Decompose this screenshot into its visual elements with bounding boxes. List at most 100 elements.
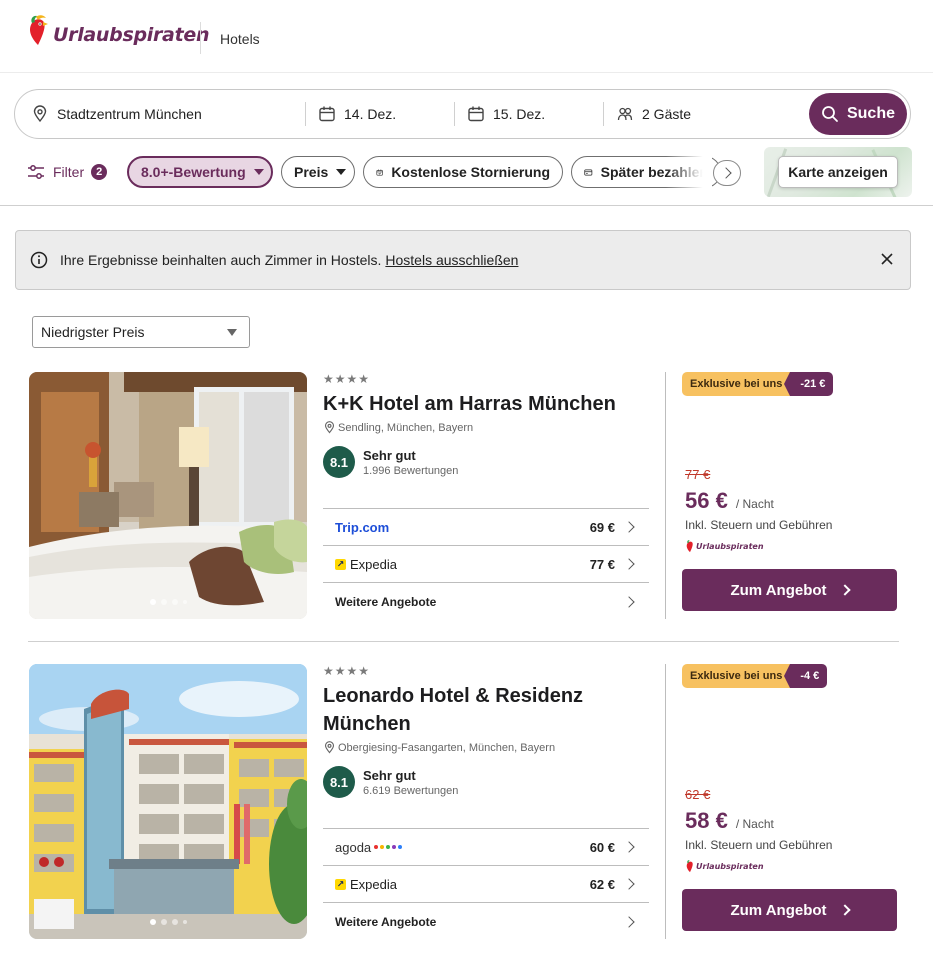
- carousel-dot[interactable]: [171, 599, 178, 605]
- to-offer-label: Zum Angebot: [730, 901, 827, 919]
- checkin-field[interactable]: 14. Dez.: [318, 90, 448, 138]
- rating-label: Sehr gut: [363, 767, 416, 783]
- offer-row-expedia[interactable]: ↗ Expedia 62 €: [323, 866, 649, 903]
- header: Urlaubspiraten Hotels: [0, 0, 933, 73]
- offer-price: 69 €: [589, 519, 615, 535]
- chevron-right-icon: [623, 878, 635, 890]
- chevron-right-icon: [623, 558, 635, 570]
- sort-selected: Niedrigster Preis: [41, 324, 145, 340]
- header-divider: [200, 22, 201, 54]
- discount-badge: -4 €: [784, 664, 828, 688]
- offer-row-tripcom[interactable]: Trip.com 69 €: [323, 509, 649, 546]
- show-map-button[interactable]: Karte anzeigen: [778, 156, 898, 188]
- more-offers-row[interactable]: Weitere Angebote: [323, 583, 649, 620]
- filter-button[interactable]: Filter 2: [27, 160, 108, 184]
- offer-row-agoda[interactable]: agoda 60 €: [323, 829, 649, 866]
- expedia-logo-icon: ↗: [335, 558, 346, 570]
- close-icon[interactable]: [878, 250, 896, 268]
- chips-fade-overlay: [666, 156, 712, 188]
- search-separator: [305, 102, 306, 126]
- parrot-logo-icon: [686, 860, 693, 873]
- card-separator: [28, 641, 899, 642]
- carousel-dot[interactable]: [182, 920, 187, 924]
- sort-dropdown[interactable]: Niedrigster Preis: [32, 316, 250, 348]
- hotel-card: ★★★★ Leonardo Hotel & Residenz München O…: [29, 664, 899, 939]
- card-divider: [665, 664, 666, 939]
- price: 58 € / Nacht: [685, 808, 774, 834]
- caret-down-icon: [227, 329, 237, 336]
- provider-agoda: agoda: [335, 839, 372, 855]
- provider-tripcom: Trip.com: [335, 519, 390, 535]
- to-offer-button[interactable]: Zum Angebot: [682, 569, 897, 611]
- urlaubspiraten-small-logo: Urlaubspiraten: [685, 539, 764, 553]
- scroll-right-button[interactable]: [713, 160, 741, 186]
- offer-price: 60 €: [589, 839, 615, 855]
- small-brand-name: Urlaubspiraten: [696, 861, 764, 871]
- checkout-value: 15. Dez.: [493, 106, 546, 122]
- chevron-right-icon: [838, 904, 851, 916]
- exclude-hostels-link[interactable]: Hostels ausschließen: [385, 252, 518, 268]
- hotel-location-text: Obergiesing-Fasangarten, München, Bayern: [338, 741, 556, 754]
- small-brand-name: Urlaubspiraten: [696, 541, 764, 551]
- price-value: 56 €: [685, 488, 728, 513]
- destination-field[interactable]: Stadtzentrum München: [31, 90, 301, 138]
- tax-note: Inkl. Steuern und Gebühren: [685, 518, 833, 532]
- agoda-logo-dots-icon: [374, 845, 403, 849]
- expedia-logo-icon: ↗: [335, 878, 346, 890]
- provider-expedia: Expedia: [350, 556, 397, 572]
- chevron-right-icon: [719, 167, 732, 179]
- carousel-dot[interactable]: [149, 599, 156, 605]
- brand-logo[interactable]: Urlaubspiraten: [26, 13, 209, 47]
- offer-row-expedia[interactable]: ↗ Expedia 77 €: [323, 546, 649, 583]
- guests-value: 2 Gäste: [642, 106, 692, 122]
- chip-price[interactable]: Preis: [281, 156, 355, 188]
- carousel-dot[interactable]: [149, 919, 156, 925]
- carousel-dot[interactable]: [160, 919, 167, 925]
- chip-rating-label: 8.0+-Bewertung: [141, 164, 246, 180]
- offers-list: agoda 60 € ↗ Expedia 62 € Weitere Angebot…: [323, 828, 649, 940]
- checkout-field[interactable]: 15. Dez.: [467, 90, 597, 138]
- carousel-dot[interactable]: [160, 599, 167, 605]
- filter-label: Filter: [53, 164, 85, 180]
- caret-down-icon: [336, 169, 347, 175]
- exclusive-badge: Exklusive bei uns -4 €: [682, 664, 828, 688]
- to-offer-button[interactable]: Zum Angebot: [682, 889, 897, 931]
- destination-value: Stadtzentrum München: [57, 106, 202, 122]
- more-offers-label: Weitere Angebote: [335, 914, 437, 929]
- location-pin-icon: [33, 105, 47, 123]
- rating-label: Sehr gut: [363, 447, 416, 463]
- hotel-stars: ★★★★: [323, 664, 371, 678]
- filter-bar: Filter 2 8.0+-Bewertung Preis Kostenlose…: [0, 147, 933, 206]
- checkin-value: 14. Dez.: [344, 106, 397, 122]
- hotel-image[interactable]: [29, 664, 307, 939]
- price-value: 58 €: [685, 808, 728, 833]
- search-separator: [603, 102, 604, 126]
- price: 56 € / Nacht: [685, 488, 774, 514]
- calendar-icon: [319, 106, 335, 122]
- more-offers-row[interactable]: Weitere Angebote: [323, 903, 649, 940]
- hotel-name[interactable]: Leonardo Hotel & Residenz München: [323, 682, 653, 738]
- calendar-icon: [468, 106, 484, 122]
- exclusive-badge: Exklusive bei uns -21 €: [682, 372, 834, 396]
- brand-name: Urlaubspiraten: [53, 24, 210, 46]
- hotel-name[interactable]: K+K Hotel am Harras München: [323, 390, 653, 418]
- hotel-card: ★★★★ K+K Hotel am Harras München Sendlin…: [29, 372, 899, 619]
- carousel-dot[interactable]: [182, 600, 187, 604]
- hotel-location: Sendling, München, Bayern: [323, 421, 473, 434]
- old-price: 77 €: [685, 467, 711, 482]
- hotel-image[interactable]: [29, 372, 307, 619]
- rating-badge: 8.1: [323, 766, 355, 798]
- per-night-label: / Nacht: [735, 497, 774, 511]
- carousel-dot[interactable]: [171, 919, 178, 925]
- image-carousel-dots: [29, 599, 307, 605]
- chevron-right-icon: [623, 595, 635, 608]
- chip-free-cancellation[interactable]: Kostenlose Stornierung: [363, 156, 563, 188]
- old-price: 62 €: [685, 787, 711, 802]
- search-button[interactable]: Suche: [809, 93, 907, 135]
- hotel-building-photo: [29, 664, 307, 939]
- chevron-right-icon: [623, 841, 635, 853]
- offer-price: 62 €: [589, 876, 615, 892]
- guests-field[interactable]: 2 Gäste: [616, 90, 766, 138]
- chip-rating[interactable]: 8.0+-Bewertung: [127, 156, 273, 188]
- nav-hotels[interactable]: Hotels: [220, 31, 260, 47]
